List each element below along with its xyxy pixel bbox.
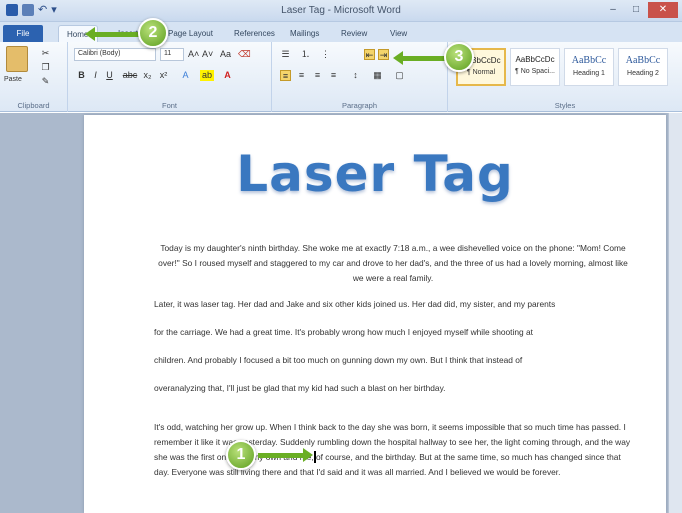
strikethrough-button[interactable]: abc (122, 70, 138, 81)
paragraph-3[interactable]: for the carriage. We had a great time. I… (154, 325, 632, 340)
center-button[interactable]: ≡ (296, 70, 307, 81)
tab-page-layout[interactable]: Page Layout (160, 25, 221, 42)
justify-button[interactable]: ≡ (328, 70, 339, 81)
decrease-indent-button[interactable]: ⇤ (364, 49, 375, 60)
grow-font-icon[interactable]: A˄ (188, 49, 199, 60)
font-name-box[interactable]: Calibri (Body) (74, 48, 156, 61)
tab-references[interactable]: References (226, 25, 283, 42)
document-title[interactable]: Laser Tag (84, 145, 666, 203)
copy-icon[interactable]: ❐ (40, 62, 51, 73)
style-name: ¶ No Spaci... (515, 68, 555, 75)
style-sample: AaBbCc (571, 55, 607, 66)
paragraph-group-label: Paragraph (341, 101, 378, 110)
maximize-button[interactable]: □ (625, 2, 647, 18)
borders-button[interactable]: ▢ (394, 70, 405, 81)
font-group-label: Font (161, 101, 177, 110)
title-bar: ↶ ▾ Laser Tag - Microsoft Word – □ ✕ (0, 0, 682, 22)
minimize-button[interactable]: – (602, 2, 624, 18)
cut-icon[interactable]: ✂ (40, 48, 51, 59)
document-workspace: Laser Tag Today is my daughter's ninth b… (0, 113, 682, 513)
align-left-button[interactable]: ≡ (280, 70, 291, 81)
font-color-button[interactable]: A (222, 70, 233, 81)
bullets-button[interactable]: ☰ (280, 49, 291, 60)
paragraph-1[interactable]: Today is my daughter's ninth birthday. S… (154, 241, 632, 286)
style-name: Heading 1 (573, 70, 605, 77)
style-heading-1[interactable]: AaBbCc Heading 1 (564, 48, 614, 86)
tab-file[interactable]: File (3, 25, 43, 42)
document-page[interactable]: Laser Tag Today is my daughter's ninth b… (84, 115, 666, 513)
callout-2-arrow (85, 27, 140, 41)
change-case-icon[interactable]: Aa (220, 49, 231, 60)
style-heading-2[interactable]: AaBbCc Heading 2 (618, 48, 668, 86)
tab-mailings[interactable]: Mailings (282, 25, 327, 42)
paragraph-4[interactable]: children. And probably I focused a bit t… (154, 353, 632, 368)
italic-button[interactable]: I (90, 70, 101, 81)
clipboard-group: Paste ✂ ❐ ✎ Clipboard (0, 42, 68, 112)
shrink-font-icon[interactable]: A˅ (202, 49, 213, 60)
paragraph-group: ☰ ⒈ ⋮ ⇤ ⇥ ≡ ≡ ≡ ≡ ↕ ▦ ▢ Paragraph (272, 42, 448, 112)
bold-button[interactable]: B (76, 70, 87, 81)
window-controls: – □ ✕ (602, 2, 678, 18)
subscript-button[interactable]: x₂ (142, 70, 153, 81)
window-title: Laser Tag - Microsoft Word (281, 5, 401, 16)
styles-group-label: Styles (554, 101, 576, 110)
vertical-scrollbar[interactable] (668, 113, 682, 513)
format-painter-icon[interactable]: ✎ (40, 76, 51, 87)
close-button[interactable]: ✕ (648, 2, 678, 18)
callout-2: 2 (138, 18, 168, 48)
callout-3-arrow (393, 51, 446, 65)
superscript-button[interactable]: x² (158, 70, 169, 81)
underline-button[interactable]: U (104, 70, 115, 81)
styles-group: AaBbCcDc ¶ Normal AaBbCcDc ¶ No Spaci...… (448, 42, 682, 112)
style-sample: AaBbCcDc (515, 55, 555, 64)
paragraph-2[interactable]: Later, it was laser tag. Her dad and Jak… (154, 297, 632, 312)
style-no-spacing[interactable]: AaBbCcDc ¶ No Spaci... (510, 48, 560, 86)
multilevel-list-button[interactable]: ⋮ (320, 49, 331, 60)
numbering-button[interactable]: ⒈ (300, 49, 311, 60)
tab-view[interactable]: View (382, 25, 415, 42)
increase-indent-button[interactable]: ⇥ (378, 49, 389, 60)
paste-button-label[interactable]: Paste (4, 76, 22, 83)
highlight-button[interactable]: ab (200, 70, 214, 81)
align-right-button[interactable]: ≡ (312, 70, 323, 81)
style-sample: AaBbCc (625, 55, 661, 66)
clear-formatting-icon[interactable]: ⌫ (238, 49, 251, 60)
font-group: Calibri (Body) 11 A˄ A˅ Aa ⌫ B I U abc x… (68, 42, 272, 112)
callout-3: 3 (444, 42, 474, 72)
clipboard-group-label: Clipboard (17, 101, 50, 110)
shading-button[interactable]: ▦ (372, 70, 383, 81)
font-size-box[interactable]: 11 (160, 48, 184, 61)
callout-1-arrow (258, 448, 313, 462)
tab-review[interactable]: Review (333, 25, 375, 42)
text-cursor (314, 451, 316, 463)
paragraph-5[interactable]: overanalyzing that, I'll just be glad th… (154, 381, 632, 396)
callout-1: 1 (226, 440, 256, 470)
ribbon: Paste ✂ ❐ ✎ Clipboard Calibri (Body) 11 … (0, 42, 682, 112)
paste-icon[interactable] (6, 46, 28, 72)
style-name: Heading 2 (627, 70, 659, 77)
text-effects-icon[interactable]: A (180, 70, 191, 81)
line-spacing-button[interactable]: ↕ (350, 70, 361, 81)
